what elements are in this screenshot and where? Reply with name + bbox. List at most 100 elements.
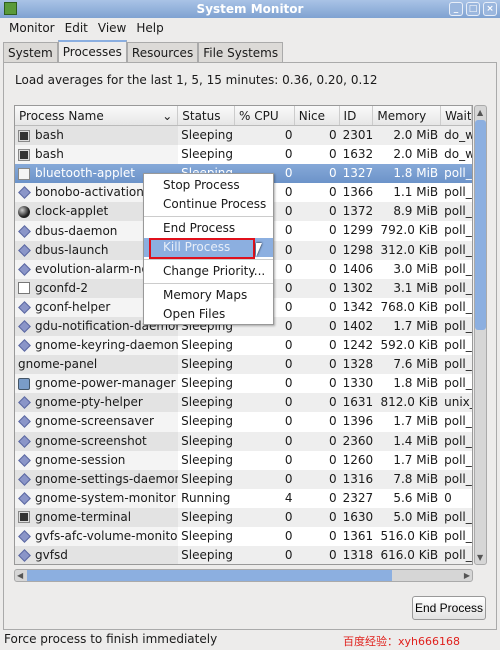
menu-separator	[144, 259, 273, 260]
menu-item-continue-process[interactable]: Continue Process	[144, 195, 273, 214]
id-cell: 1630	[342, 509, 374, 524]
nice-cell: 0	[328, 147, 337, 162]
menu-edit[interactable]: Edit	[60, 18, 93, 38]
tab-resources[interactable]: Resources	[126, 42, 199, 62]
memory-cell: 616.0 KiB	[380, 548, 439, 563]
tab-processes[interactable]: Processes	[57, 40, 127, 63]
menu-item-kill-process[interactable]: Kill Process	[144, 238, 273, 259]
menu-item-change-priority[interactable]: Change Priority...	[144, 262, 273, 281]
memory-cell: 1.7 MiB	[393, 452, 439, 467]
scroll-right-icon[interactable]: ▶	[464, 570, 470, 581]
memory-cell: 1.4 MiB	[393, 433, 439, 448]
status-cell: Sleeping	[181, 128, 234, 142]
table-row[interactable]: gnome-screensaver Sleeping 0 0 1396 1.7 MiB po…	[15, 412, 472, 432]
col-process-name[interactable]: Process Name ⌄	[15, 106, 179, 125]
tab-system[interactable]: System	[3, 42, 58, 62]
table-row[interactable]: gnome-panel Sleeping 0 0 1328 7.6 MiB poll_	[15, 168, 472, 375]
menu-item-end-process[interactable]: End Process	[144, 219, 273, 238]
col-id[interactable]: ID	[340, 106, 374, 125]
vertical-scrollbar[interactable]: ▲ ▼	[474, 105, 487, 565]
scroll-up-icon[interactable]: ▲	[477, 107, 483, 118]
memory-cell: 7.6 MiB	[393, 357, 439, 372]
table-row[interactable]: gvfsd Sleeping 0 0 1318 616.0 KiB poll_	[15, 546, 472, 564]
wait-cell: poll_	[444, 204, 472, 219]
process-name-cell: gnome-power-manager	[15, 374, 179, 394]
id-cell: 1406	[342, 261, 374, 276]
menu-item-stop-process[interactable]: Stop Process	[144, 176, 273, 195]
table-row[interactable]: bash Sleeping 0 0 2301 2.0 MiB do_w	[15, 126, 472, 146]
chevron-down-icon: ⌄	[162, 109, 173, 123]
table-row[interactable]: bash Sleeping 0 0 1632 2.0 MiB do_w	[15, 145, 472, 165]
wait-cell: poll_	[444, 299, 472, 314]
memory-cell: 1.7 MiB	[393, 318, 439, 333]
status-cell: Running	[181, 490, 231, 505]
table-row[interactable]: gnome-keyring-daemon Sleeping 0 0 1242 592.0 …	[15, 336, 472, 356]
col-cpu[interactable]: % CPU	[235, 106, 295, 125]
table-row[interactable]: gnome-screenshot Sleeping 0 0 2360 1.4 MiB pol…	[15, 431, 472, 451]
horizontal-scroll-thumb[interactable]	[27, 570, 392, 581]
context-menu: Stop Process Continue Process End Proces…	[143, 173, 274, 325]
memory-cell: 2.0 MiB	[393, 128, 439, 142]
col-nice[interactable]: Nice	[295, 106, 340, 125]
col-status[interactable]: Status	[178, 106, 235, 125]
table-row[interactable]: gnome-pty-helper Sleeping 0 0 1631 812.0 KiB u…	[15, 393, 472, 413]
id-cell: 1402	[342, 318, 374, 333]
wait-cell: poll_	[444, 376, 472, 391]
menu-item-open-files[interactable]: Open Files	[144, 305, 273, 324]
id-cell: 1372	[342, 204, 374, 219]
cpu-cell: 4	[284, 490, 293, 505]
wait-cell: 0	[444, 490, 452, 505]
horizontal-scrollbar[interactable]: ◀ ▶	[14, 569, 473, 582]
cpu-cell: 0	[284, 528, 293, 543]
nice-cell: 0	[328, 185, 337, 200]
process-name-cell: gnome-settings-daemon	[15, 469, 179, 489]
status-cell: Sleeping	[181, 509, 234, 524]
col-wait[interactable]: Wait	[441, 106, 472, 125]
terminal-icon	[18, 511, 30, 524]
end-process-button[interactable]: End Process	[412, 596, 486, 620]
status-bar-text: Force process to finish immediately	[4, 632, 218, 646]
memory-cell: 312.0 KiB	[380, 242, 439, 257]
table-row[interactable]: gnome-settings-daemon Sleeping 0 0 1316 7.8 M…	[15, 469, 472, 489]
menu-view[interactable]: View	[93, 18, 131, 38]
tab-file-systems[interactable]: File Systems	[198, 42, 284, 62]
maximize-button[interactable]: □	[466, 2, 480, 16]
diamond-icon	[18, 453, 31, 467]
minimize-button[interactable]: _	[449, 2, 463, 16]
menu-help[interactable]: Help	[131, 18, 168, 38]
table-row[interactable]: gnome-system-monitor Running 4 0 2327 5.6 MiB…	[15, 488, 472, 508]
table-row[interactable]: gnome-terminal Sleeping 0 0 1630 5.0 MiB poll_	[15, 507, 472, 527]
table-row[interactable]: gvfs-afc-volume-monitor Sleeping 0 0 1361 516…	[15, 526, 472, 547]
wait-cell: do_w	[444, 128, 472, 142]
id-cell: 1396	[342, 414, 374, 429]
terminal-icon	[18, 148, 30, 161]
nice-cell: 0	[328, 318, 337, 333]
process-name-cell: bash	[15, 145, 179, 165]
status-cell: Sleeping	[181, 433, 234, 448]
window-title: System Monitor	[196, 2, 304, 16]
process-name: gnome-screenshot	[35, 433, 147, 448]
menu-monitor[interactable]: Monitor	[4, 18, 60, 38]
vertical-scroll-thumb[interactable]	[475, 120, 486, 330]
scroll-left-icon[interactable]: ◀	[17, 570, 23, 581]
nice-cell: 0	[328, 166, 337, 181]
close-button[interactable]: ×	[483, 2, 497, 16]
cpu-cell: 0	[284, 395, 293, 410]
memory-cell: 3.0 MiB	[393, 261, 439, 276]
scroll-down-icon[interactable]: ▼	[477, 552, 483, 563]
wait-cell: unix_	[444, 395, 472, 410]
nice-cell: 0	[328, 128, 337, 142]
table-row[interactable]: gnome-session Sleeping 0 0 1260 1.7 MiB poll_	[15, 450, 472, 470]
menu-item-memory-maps[interactable]: Memory Maps	[144, 286, 273, 305]
process-name: clock-applet	[35, 204, 109, 219]
diamond-icon	[18, 491, 31, 505]
col-memory[interactable]: Memory	[373, 106, 442, 125]
watermark: 百度经验：xyh666168	[343, 635, 460, 648]
wait-cell: poll_	[444, 242, 472, 257]
table-row[interactable]: gnome-power-manager Sleeping 0 0 1330 1.8 MiB…	[15, 374, 472, 394]
diamond-icon	[18, 224, 31, 238]
nice-cell: 0	[328, 548, 337, 563]
status-cell: Sleeping	[181, 548, 234, 563]
nice-cell: 0	[328, 528, 337, 543]
cpu-cell: 0	[284, 414, 293, 429]
